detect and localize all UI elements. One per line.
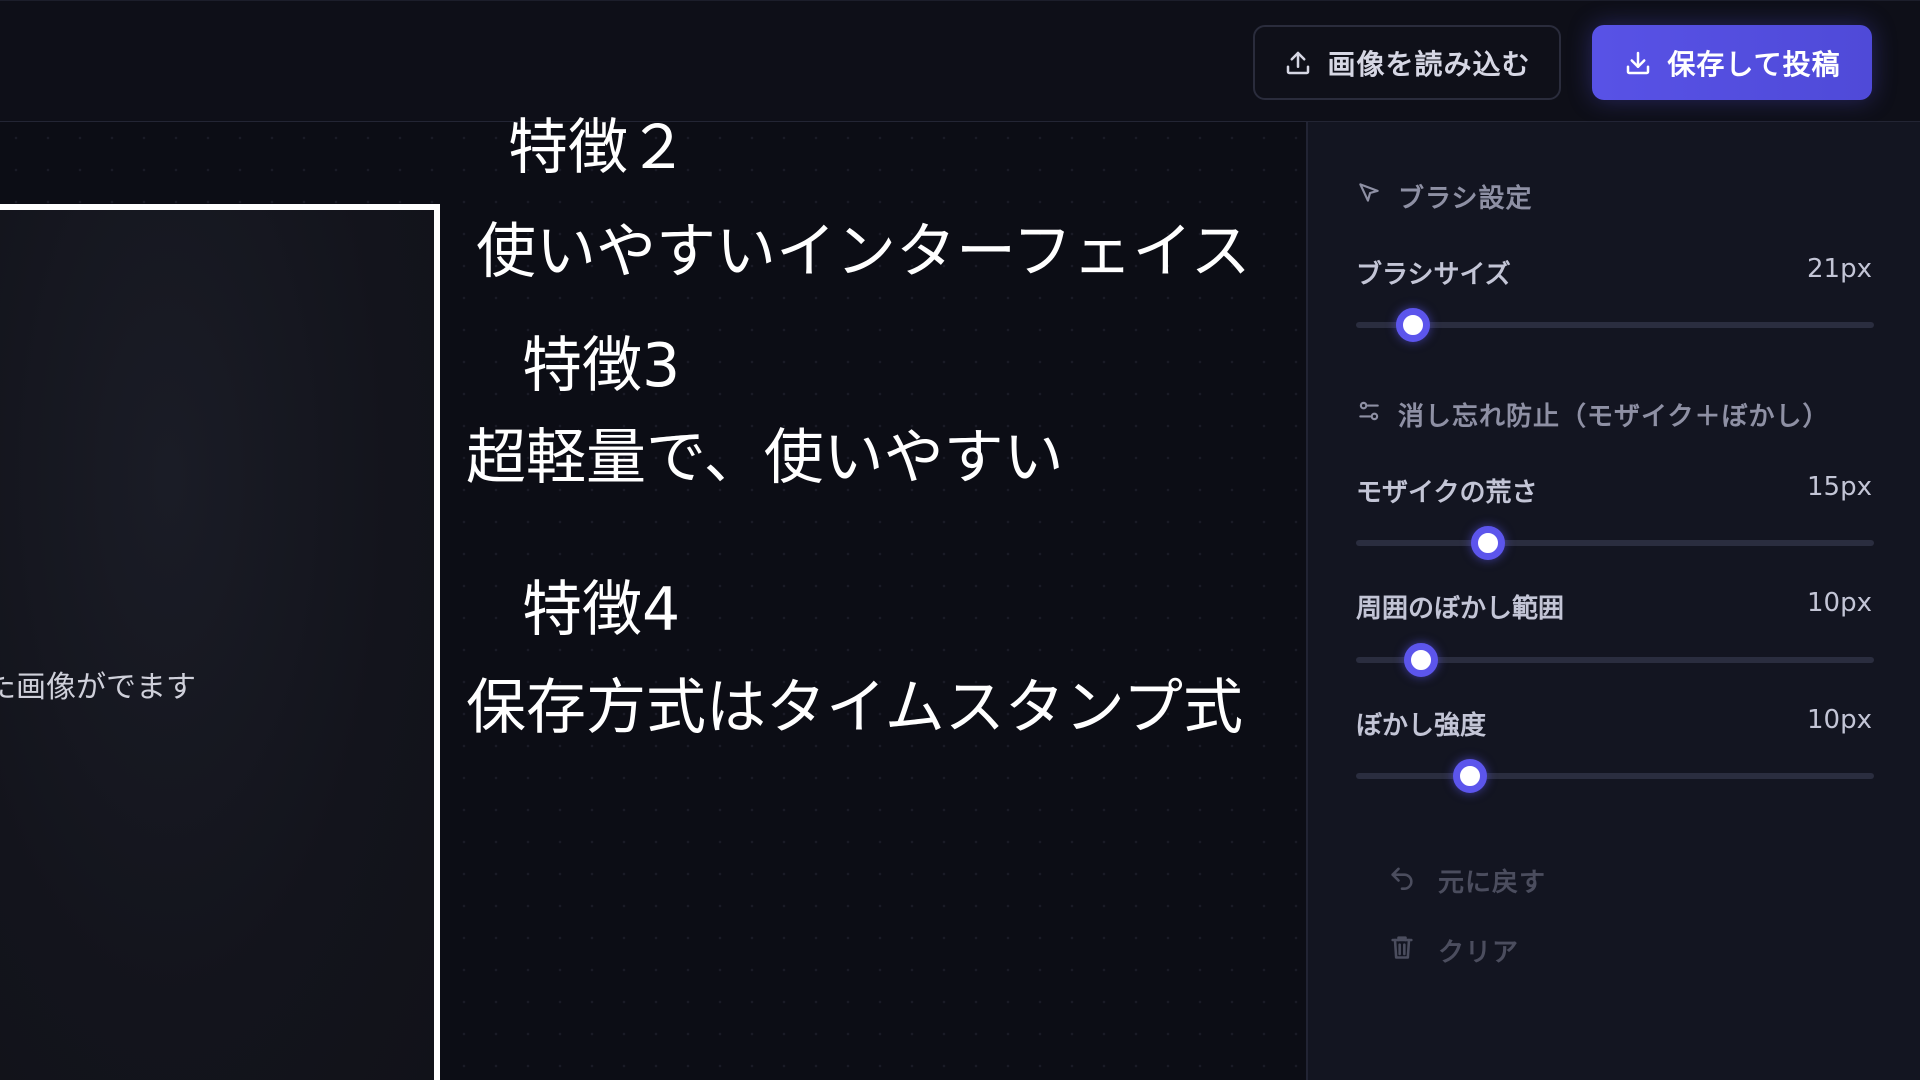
feature3-title: 特徴3 [522,331,681,401]
frame-caption: た画像がでます [0,670,196,705]
brush-size-label: ブラシサイズ [1356,260,1511,290]
brush-size-thumb[interactable] [1395,308,1430,342]
blur-range-slider[interactable] [1356,643,1874,677]
mosaic-thumb[interactable] [1471,526,1506,560]
brush-size-value: 21px [1807,254,1872,284]
blur-range-thumb[interactable] [1403,643,1438,677]
clear-label: クリア [1438,938,1520,968]
undo-label: 元に戻す [1438,868,1547,898]
brush-settings-heading: ブラシ設定 [1356,178,1532,215]
blur-strength-value: 10px [1807,705,1872,735]
mosaic-slider[interactable] [1356,526,1874,560]
brush-settings-label: ブラシ設定 [1398,184,1533,214]
feature4-title: 特徴4 [522,575,681,645]
save-and-post-button[interactable]: 保存して投稿 [1592,25,1872,100]
undo-icon [1388,863,1416,898]
mosaic-label: モザイクの荒さ [1356,478,1538,508]
clear-button[interactable]: クリア [1388,932,1519,969]
mosaic-value: 15px [1807,472,1872,502]
prevent-miss-heading: 消し忘れ防止（モザイク＋ぼかし） [1356,396,1829,433]
sliders-icon [1356,398,1382,431]
blur-strength-thumb[interactable] [1452,759,1487,793]
pointer-icon [1356,180,1382,213]
feature3-text: 超軽量で、使いやすい [466,423,1064,493]
trash-icon [1388,933,1416,968]
load-image-button[interactable]: 画像を読み込む [1253,25,1561,100]
blur-strength-slider[interactable] [1356,759,1874,793]
image-preview-frame[interactable] [0,204,440,1080]
blur-range-value: 10px [1807,588,1872,618]
brush-size-slider[interactable] [1356,308,1874,342]
load-image-label: 画像を読み込む [1327,47,1531,81]
settings-panel: ブラシ設定 ブラシサイズ 21px 消し忘れ防止（モザイク＋ぼかし） モザイクの… [1306,122,1920,1080]
undo-button[interactable]: 元に戻す [1388,862,1546,899]
blur-strength-label: ぼかし強度 [1356,711,1487,741]
download-icon [1623,48,1653,78]
top-toolbar: 画像を読み込む 保存して投稿 [0,0,1920,122]
prevent-miss-label: 消し忘れ防止（モザイク＋ぼかし） [1398,402,1830,432]
feature2-text: 使いやすいインターフェイス [476,217,1251,287]
blur-range-label: 周囲のぼかし範囲 [1356,594,1565,624]
save-and-post-label: 保存して投稿 [1667,47,1841,81]
feature4-text: 保存方式はタイムスタンプ式 [466,673,1243,743]
feature2-title: 特徴２ [508,113,688,183]
upload-icon [1283,48,1313,78]
